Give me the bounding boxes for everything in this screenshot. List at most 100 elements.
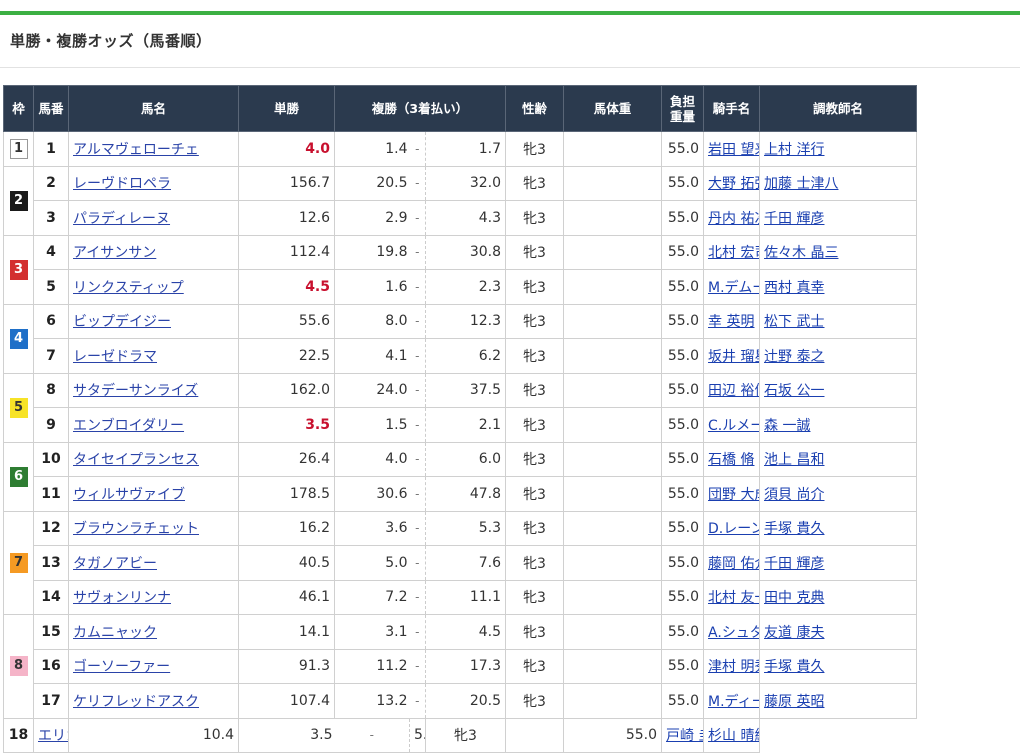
horse-name-link[interactable]: レーゼドラマ — [73, 349, 157, 365]
horse-name-link[interactable]: サタデーサンライズ — [73, 383, 198, 399]
place-odds-separator: - — [409, 441, 426, 477]
horse-name-link[interactable]: パラディレーヌ — [73, 211, 170, 227]
jockey-link[interactable]: 津村 明秀 — [708, 659, 759, 675]
trainer-link[interactable]: 田中 克典 — [764, 590, 824, 606]
win-odds: 26.4 — [238, 441, 335, 477]
umaban-cell: 17 — [33, 683, 69, 719]
jockey-link[interactable]: C.ルメール — [708, 418, 759, 434]
horse-cell: ビップデイジー — [68, 303, 239, 339]
horse-name-link[interactable]: ケリフレッドアスク — [73, 694, 199, 710]
jockey-link[interactable]: 田辺 裕信 — [708, 383, 759, 399]
table-row: 6 10 タイセイプランセス 26.4 4.0-6.0 牝3 55.0 石橋 脩池上 昌和 — [3, 441, 1021, 512]
trainer-link[interactable]: 辻野 泰之 — [764, 349, 824, 365]
table-row: 11ウィルサヴァイブ 178.530.6-47.8牝3 55.0団野 大成須貝 尚介 — [4, 476, 1021, 512]
body-weight-cell — [563, 165, 663, 201]
trainer-link[interactable]: 須貝 尚介 — [764, 487, 824, 503]
place-odds-min: 1.4 — [334, 131, 410, 167]
place-odds-min: 1.5 — [334, 407, 410, 443]
trainer-link[interactable]: 杉山 晴紀 — [708, 728, 759, 744]
trainer-link[interactable]: 松下 武士 — [764, 314, 824, 330]
body-weight-cell — [563, 407, 663, 443]
burden-weight-cell: 55.0 — [661, 476, 705, 512]
horse-name-link[interactable]: レーヴドロペラ — [73, 176, 171, 192]
jockey-cell: 幸 英明 — [703, 303, 761, 339]
horse-name-link[interactable]: ウィルサヴァイブ — [73, 487, 185, 503]
jockey-link[interactable]: M.デムーロ — [708, 280, 759, 296]
jockey-link[interactable]: 丹内 祐次 — [708, 211, 759, 227]
table-row: 7 12 ブラウンラチェット 16.2 3.6-5.3 牝3 55.0 D.レーン 手塚 貴久 — [3, 510, 1021, 615]
horse-name-link[interactable]: エンブロイダリー — [73, 418, 184, 434]
place-odds-separator: - — [409, 200, 426, 236]
trainer-link[interactable]: 池上 昌和 — [764, 452, 824, 468]
win-odds: 40.5 — [238, 545, 335, 581]
horse-name-link[interactable]: ブラウンラチェット — [73, 521, 199, 537]
jockey-link[interactable]: 幸 英明 — [708, 314, 754, 330]
win-odds: 22.5 — [238, 338, 335, 374]
trainer-cell: 辻野 泰之 — [759, 338, 918, 374]
trainer-link[interactable]: 藤原 英昭 — [764, 694, 824, 710]
horse-name-link[interactable]: ゴーソーファー — [73, 659, 170, 675]
header-burden-line1: 負担 — [670, 93, 696, 109]
place-odds-max: 5.2 — [409, 717, 426, 753]
jockey-link[interactable]: 戸崎 圭太 — [666, 728, 703, 744]
trainer-link[interactable]: 友道 康夫 — [764, 625, 824, 641]
trainer-link[interactable]: 上村 洋行 — [764, 142, 824, 158]
waku-badge: 2 — [9, 190, 28, 211]
jockey-link[interactable]: 坂井 瑠星 — [708, 349, 759, 365]
sex-age-cell: 牝3 — [424, 717, 507, 753]
umaban-cell: 9 — [33, 407, 69, 443]
sex-age-cell: 牝3 — [505, 441, 565, 477]
place-odds-separator: - — [409, 510, 426, 546]
sex-age-cell: 牝3 — [505, 579, 565, 615]
horse-name-link[interactable]: タイセイプランセス — [73, 452, 199, 468]
jockey-link[interactable]: 北村 友一 — [708, 590, 759, 606]
sex-age-cell: 牝3 — [505, 476, 565, 512]
horse-name-link[interactable]: サヴォンリンナ — [73, 590, 171, 606]
umaban-cell: 2 — [33, 165, 69, 201]
jockey-link[interactable]: 大野 拓弥 — [708, 176, 759, 192]
win-odds: 107.4 — [238, 683, 335, 719]
horse-name-link[interactable]: リンクスティップ — [73, 280, 184, 296]
horse-cell: ウィルサヴァイブ — [68, 476, 239, 512]
horse-name-link[interactable]: カムニャック — [73, 625, 157, 641]
place-odds-min: 20.5 — [334, 165, 410, 201]
trainer-link[interactable]: 西村 真幸 — [764, 280, 824, 296]
jockey-link[interactable]: 岩田 望来 — [708, 142, 759, 158]
body-weight-cell — [563, 234, 663, 270]
horse-cell: パラディレーヌ — [68, 200, 239, 236]
jockey-link[interactable]: 藤岡 佑介 — [708, 556, 759, 572]
jockey-cell: 藤岡 佑介 — [703, 545, 761, 581]
horse-name-link[interactable]: エリカエクスプレス — [38, 728, 68, 744]
trainer-link[interactable]: 森 一誠 — [764, 418, 810, 434]
umaban-cell: 13 — [33, 545, 69, 581]
header-body-weight: 馬体重 — [563, 85, 663, 132]
body-weight-cell — [563, 441, 663, 477]
place-odds-separator: - — [409, 131, 426, 167]
horse-name-link[interactable]: アルマヴェローチェ — [73, 142, 199, 158]
body-weight-cell — [563, 372, 663, 408]
trainer-link[interactable]: 千田 輝彦 — [764, 211, 824, 227]
trainer-link[interactable]: 千田 輝彦 — [764, 556, 824, 572]
header-sexage: 性齢 — [505, 85, 565, 132]
horse-name-link[interactable]: ビップデイジー — [73, 314, 171, 330]
odds-table: 枠 馬番 馬名 単勝 複勝（3着払い） 性齢 馬体重 負担 重量 騎手名 調教師名… — [3, 85, 1021, 753]
body-weight-cell — [563, 131, 663, 167]
jockey-link[interactable]: 石橋 脩 — [708, 452, 754, 468]
page-title: 単勝・複勝オッズ（馬番順） — [10, 32, 212, 50]
jockey-link[interactable]: 団野 大成 — [708, 487, 759, 503]
trainer-link[interactable]: 佐々木 晶三 — [764, 245, 838, 261]
horse-name-link[interactable]: タガノアビー — [73, 556, 157, 572]
trainer-link[interactable]: 加藤 士津八 — [764, 176, 838, 192]
trainer-link[interactable]: 石坂 公一 — [764, 383, 824, 399]
jockey-cell: 戸崎 圭太 — [661, 717, 705, 753]
header-place: 複勝（3着払い） — [333, 85, 507, 132]
trainer-link[interactable]: 手塚 貴久 — [764, 521, 824, 537]
jockey-link[interactable]: D.レーン — [708, 521, 759, 537]
waku-cell: 2 — [3, 165, 34, 236]
jockey-link[interactable]: A.シュタルケ — [708, 625, 759, 641]
trainer-link[interactable]: 手塚 貴久 — [764, 659, 824, 675]
place-odds-max: 20.5 — [425, 683, 507, 719]
jockey-link[interactable]: 北村 宏司 — [708, 245, 759, 261]
horse-name-link[interactable]: アイサンサン — [73, 245, 156, 261]
jockey-link[interactable]: M.ディー — [708, 694, 759, 710]
